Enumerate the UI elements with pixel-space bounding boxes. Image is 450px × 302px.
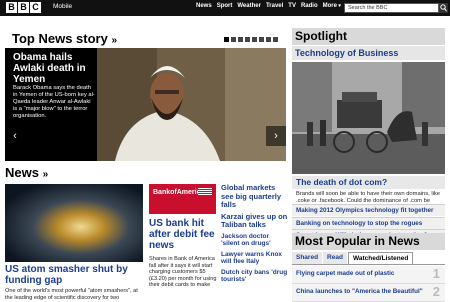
top-news-heading[interactable]: Top News story » xyxy=(12,31,117,46)
tab-read[interactable]: Read xyxy=(323,252,347,264)
spotlight-link[interactable]: Banking on technology to stop the rogues xyxy=(292,217,445,229)
carousel-dot[interactable] xyxy=(238,37,243,42)
spotlight-image[interactable] xyxy=(292,62,445,174)
top-bar: B B C Mobile News Sport Weather Travel T… xyxy=(0,0,450,16)
carousel-dots xyxy=(224,37,278,42)
mid-news-headline[interactable]: US bank hit after debit fee news xyxy=(149,218,219,251)
atom-smasher-image[interactable] xyxy=(5,184,143,262)
lead-news-summary: One of the world's most powerful "atom s… xyxy=(5,288,138,301)
bank-of-america-image[interactable]: BankofAmerica xyxy=(149,184,216,214)
carousel-prev-button[interactable]: ‹ xyxy=(5,126,25,146)
most-popular-item[interactable]: Flying carpet made out of plastic 1 xyxy=(292,266,445,284)
side-news-item[interactable]: Jackson doctor 'silent on drugs' xyxy=(221,233,289,248)
carousel-dot[interactable] xyxy=(259,37,264,42)
main-nav: News Sport Weather Travel TV Radio More xyxy=(196,3,346,9)
boa-logo-text: BankofAmerica xyxy=(153,189,205,196)
carousel-next-button[interactable]: › xyxy=(266,126,286,146)
top-news-arrow: » xyxy=(111,35,118,46)
news-side-list: Global markets see big quarterly falls K… xyxy=(221,183,289,287)
nav-more[interactable]: More xyxy=(323,3,341,9)
spotlight-heading: Spotlight xyxy=(292,28,445,45)
search-icon xyxy=(440,4,447,12)
hero-title[interactable]: Obama hails Awlaki death in Yemen xyxy=(13,52,99,85)
nav-news[interactable]: News xyxy=(196,3,212,9)
bbc-logo[interactable]: B B C xyxy=(6,2,41,13)
news-heading-text: News xyxy=(5,165,39,180)
nav-radio[interactable]: Radio xyxy=(301,3,318,9)
most-popular-item[interactable]: China launches to "America the Beautiful… xyxy=(292,284,445,302)
spotlight-photo xyxy=(292,62,445,174)
nav-travel[interactable]: Travel xyxy=(266,3,283,9)
logo-letter-b2: B xyxy=(18,2,29,13)
logo-letter-b1: B xyxy=(6,2,17,13)
spotlight-link[interactable]: Making 2012 Olympics technology fit toge… xyxy=(292,204,445,216)
hero-summary: Barack Obama says the death in Yemen of … xyxy=(13,85,95,119)
most-popular-tabs: Shared Read Watched/Listened xyxy=(292,252,445,265)
lead-news-headline[interactable]: US atom smasher shut by funding gap xyxy=(5,264,145,286)
mobile-link[interactable]: Mobile xyxy=(53,3,72,10)
nav-tv[interactable]: TV xyxy=(288,3,296,9)
spotlight-story-title[interactable]: The death of dot com? xyxy=(292,176,445,189)
search-placeholder: Search the BBC xyxy=(348,5,388,11)
carousel-dot[interactable] xyxy=(252,37,257,42)
search-button[interactable] xyxy=(439,3,448,13)
top-story-carousel[interactable]: Obama hails Awlaki death in Yemen Barack… xyxy=(5,48,286,161)
carousel-dot[interactable] xyxy=(266,37,271,42)
tab-watched-listened[interactable]: Watched/Listened xyxy=(347,252,414,264)
most-popular-item-rank: 2 xyxy=(432,284,440,299)
most-popular-item-title: Flying carpet made out of plastic xyxy=(296,270,395,277)
nav-sport[interactable]: Sport xyxy=(217,3,233,9)
logo-letter-c: C xyxy=(30,2,41,13)
carousel-dot[interactable] xyxy=(231,37,236,42)
most-popular-heading: Most Popular in News xyxy=(292,233,445,250)
side-news-item[interactable]: Dutch city bans 'drug tourists' xyxy=(221,269,289,284)
side-news-item[interactable]: Karzai gives up on Taliban talks xyxy=(221,212,289,230)
side-news-item[interactable]: Global markets see big quarterly falls xyxy=(221,183,289,210)
most-popular-item-rank: 1 xyxy=(432,266,440,281)
nav-weather[interactable]: Weather xyxy=(237,3,261,9)
spotlight-panel: Spotlight Technology of Business The dea… xyxy=(292,28,445,229)
carousel-dot[interactable] xyxy=(224,37,229,42)
carousel-dot[interactable] xyxy=(273,37,278,42)
search-input[interactable]: Search the BBC xyxy=(344,3,439,13)
news-heading[interactable]: News » xyxy=(5,165,48,180)
carousel-dot[interactable] xyxy=(245,37,250,42)
top-news-heading-text: Top News story xyxy=(12,31,108,46)
spotlight-subheading[interactable]: Technology of Business xyxy=(292,46,445,60)
mid-news-summary: Shares in Bank of America fall after it … xyxy=(149,256,217,288)
news-arrow: » xyxy=(42,169,49,180)
chevron-left-icon: ‹ xyxy=(13,130,17,142)
most-popular-item-title: China launches to "America the Beautiful… xyxy=(296,288,423,295)
side-news-item[interactable]: Lawyer warns Knox will flee Italy xyxy=(221,251,289,266)
chevron-right-icon: › xyxy=(274,130,278,142)
boa-flag-icon xyxy=(198,188,212,195)
tab-shared[interactable]: Shared xyxy=(292,252,323,264)
